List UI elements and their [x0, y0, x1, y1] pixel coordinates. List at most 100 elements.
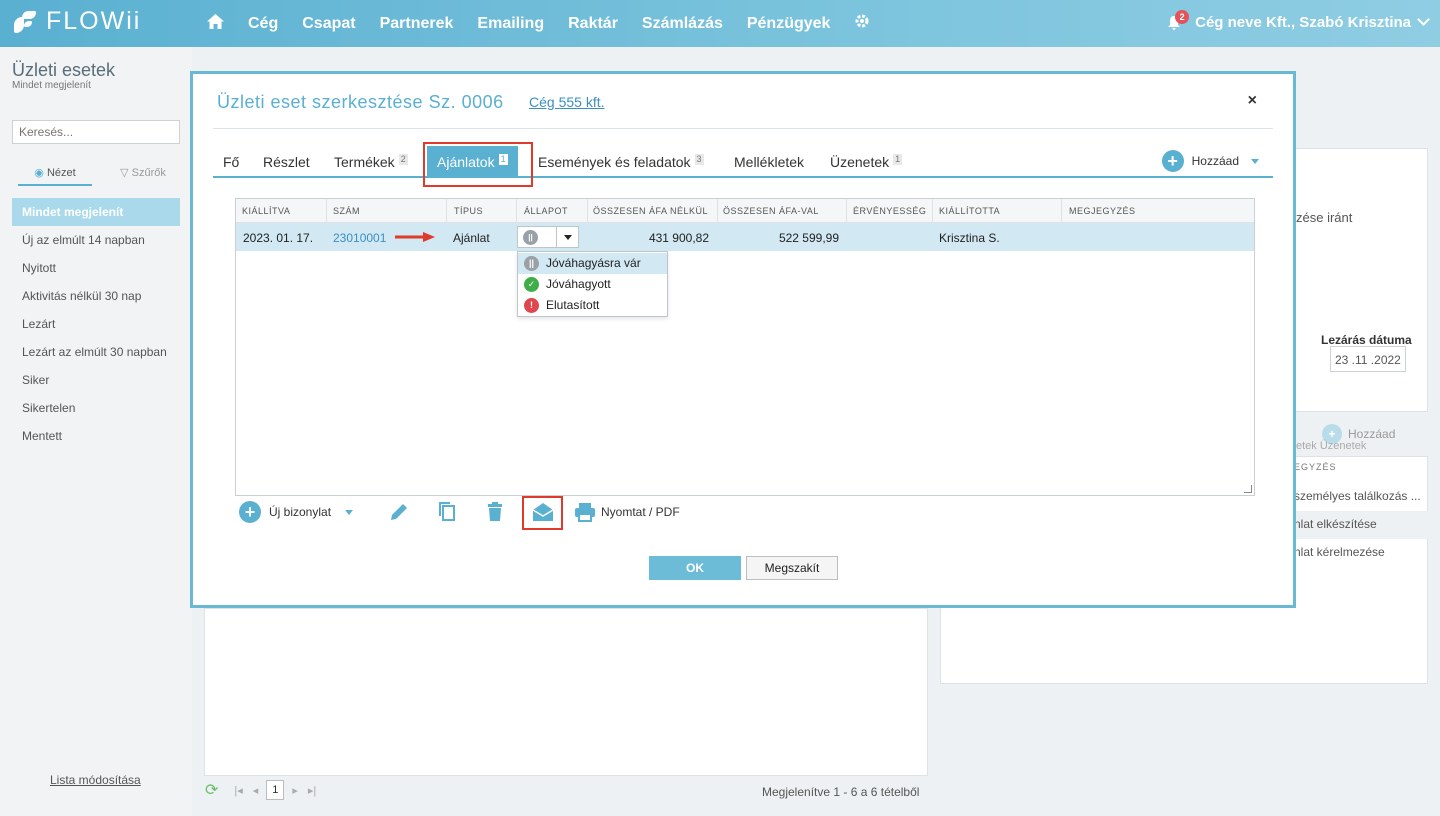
refresh-icon[interactable]: ⟳ — [205, 780, 218, 800]
sidebar-item-all[interactable]: Mindet megjelenít — [12, 198, 180, 226]
plus-icon: + — [239, 501, 261, 523]
main-nav: Cég Csapat Partnerek Emailing Raktár Szá… — [207, 13, 894, 34]
status-select[interactable]: || — [517, 226, 579, 248]
sidebar-item-open[interactable]: Nyitott — [12, 254, 180, 282]
company-link[interactable]: Cég 555 kft. — [529, 94, 605, 110]
nav-partnerek[interactable]: Partnerek — [380, 15, 454, 33]
print-button[interactable]: Nyomtat / PDF — [573, 500, 680, 524]
col-type[interactable]: TÍPUS — [454, 206, 483, 216]
nav-emailing[interactable]: Emailing — [477, 15, 544, 33]
filter-icon: ▽ — [120, 167, 129, 179]
table-row[interactable]: 2023. 01. 17. 23010001 Ajánlat || 431 90… — [236, 223, 1254, 251]
sidebar-item-saved[interactable]: Mentett — [12, 422, 180, 450]
note-row-1[interactable]: személyes találkozás ... — [1294, 489, 1421, 503]
pause-icon: || — [523, 230, 538, 245]
tab-details[interactable]: Részlet — [263, 154, 310, 170]
cell-number-link[interactable]: 23010001 — [333, 231, 386, 245]
new-document-button[interactable]: + Új bizonylat — [239, 500, 354, 524]
status-option-pending[interactable]: || Jóváhagyásra vár — [518, 253, 667, 274]
nav-ceg[interactable]: Cég — [248, 15, 278, 33]
option-label: Jóváhagyott — [546, 277, 611, 291]
col-separator — [516, 199, 517, 223]
user-name: Cég neve Kft., Szabó Krisztina — [1195, 13, 1411, 31]
sidebar-item-new-14[interactable]: Új az elmúlt 14 napban — [12, 226, 180, 254]
sidebar-item-inactive-30[interactable]: Aktivitás nélkül 30 nap — [12, 282, 180, 310]
col-number[interactable]: SZÁM — [333, 206, 360, 216]
add-label: Hozzáad — [1191, 154, 1239, 168]
page-number[interactable]: 1 — [266, 780, 285, 800]
notes-header: EGYZÉS — [1294, 462, 1337, 472]
tab-view[interactable]: ◉ Nézet — [18, 164, 92, 186]
col-separator — [326, 199, 327, 223]
col-gross-total[interactable]: ÖSSZESEN ÁFA-VAL — [723, 206, 819, 216]
prev-page-icon[interactable]: ◂ — [253, 784, 259, 797]
sidebar-item-failed[interactable]: Sikertelen — [12, 394, 180, 422]
tab-filters-label: Szűrők — [131, 167, 166, 179]
tab-products[interactable]: Termékek 2 — [334, 154, 408, 170]
logo[interactable]: FLOWii — [12, 7, 141, 36]
dialog-title: Üzleti eset szerkesztése Sz. 0006 — [217, 92, 504, 112]
sidebar-item-closed[interactable]: Lezárt — [12, 310, 180, 338]
close-icon[interactable]: × — [1248, 92, 1257, 110]
ok-button[interactable]: OK — [649, 556, 741, 580]
search-input[interactable] — [12, 120, 180, 144]
copy-button[interactable] — [435, 500, 459, 524]
chevron-down-icon[interactable] — [556, 227, 579, 247]
home-icon[interactable] — [207, 13, 224, 34]
tab-events[interactable]: Események és feladatok 3 — [538, 154, 704, 170]
col-separator — [1061, 199, 1062, 223]
nav-csapat[interactable]: Csapat — [302, 15, 355, 33]
last-page-icon[interactable]: ▸| — [308, 784, 316, 797]
first-page-icon[interactable]: |◂ — [234, 784, 242, 797]
col-status[interactable]: ÁLLAPOT — [524, 206, 568, 216]
background-add-label: Hozzáad — [1348, 427, 1396, 441]
closing-date-label: Lezárás dátuma — [1321, 333, 1412, 347]
col-separator — [587, 199, 588, 223]
sidebar-item-closed-30[interactable]: Lezárt az elmúlt 30 napban — [12, 338, 180, 366]
closing-date-input[interactable]: 23 .11 .2022 — [1330, 346, 1406, 372]
status-option-approved[interactable]: ✓ Jóváhagyott — [518, 274, 667, 295]
col-net-total[interactable]: ÖSSZESEN ÁFA NÉLKÜL — [593, 206, 708, 216]
note-row-3[interactable]: nlat kérelmezése — [1294, 545, 1385, 559]
delete-button[interactable] — [483, 500, 507, 524]
cancel-button[interactable]: Megszakít — [746, 556, 838, 580]
pencil-icon — [391, 504, 407, 520]
col-issued-by[interactable]: KIÁLLÍTOTTA — [939, 206, 1000, 216]
print-label: Nyomtat / PDF — [601, 505, 680, 519]
next-page-icon[interactable]: ▸ — [292, 784, 298, 797]
user-menu[interactable]: 2 Cég neve Kft., Szabó Krisztina — [1167, 10, 1430, 32]
background-left-panel — [204, 608, 928, 776]
chevron-down-icon[interactable] — [345, 509, 354, 515]
tab-main[interactable]: Fő — [223, 154, 239, 170]
col-note[interactable]: MEGJEGYZÉS — [1069, 206, 1136, 216]
col-issued[interactable]: KIÁLLÍTVA — [242, 206, 290, 216]
gear-icon[interactable] — [854, 13, 870, 34]
resize-handle[interactable] — [1244, 485, 1252, 493]
note-row-2[interactable]: nlat elkészítése — [1294, 511, 1428, 539]
cell-issued: 2023. 01. 17. — [243, 231, 314, 245]
tab-filters[interactable]: ▽ Szűrők — [106, 164, 180, 186]
nav-szamlazas[interactable]: Számlázás — [642, 15, 723, 33]
sidebar-item-success[interactable]: Siker — [12, 366, 180, 394]
logo-text: FLOWii — [46, 7, 142, 35]
edit-list-link[interactable]: Lista módosítása — [50, 773, 141, 787]
chevron-down-icon[interactable] — [1417, 13, 1430, 26]
sidebar-title: Üzleti esetek — [12, 60, 116, 80]
tab-messages[interactable]: Üzenetek 1 — [830, 154, 903, 170]
top-bar: FLOWii Cég Csapat Partnerek Emailing Rak… — [0, 0, 1440, 47]
edit-button[interactable] — [387, 500, 411, 524]
nav-penzugyek[interactable]: Pénzügyek — [747, 15, 831, 33]
arrow-icon — [395, 232, 435, 242]
cell-type: Ajánlat — [453, 231, 490, 245]
tab-badge: 2 — [398, 154, 408, 165]
tab-badge: 3 — [694, 154, 704, 165]
col-validity[interactable]: ÉRVÉNYESSÉG — [853, 206, 926, 216]
add-button[interactable]: + Hozzáad — [1161, 150, 1259, 172]
status-option-rejected[interactable]: ! Elutasított — [518, 295, 667, 316]
bell-icon[interactable]: 2 — [1167, 10, 1190, 32]
tab-attachments[interactable]: Mellékletek — [734, 154, 804, 170]
tab-label: Fő — [223, 154, 240, 170]
nav-raktar[interactable]: Raktár — [568, 15, 618, 33]
chevron-down-icon[interactable] — [1251, 158, 1259, 164]
tab-label: Események és feladatok — [538, 154, 691, 170]
